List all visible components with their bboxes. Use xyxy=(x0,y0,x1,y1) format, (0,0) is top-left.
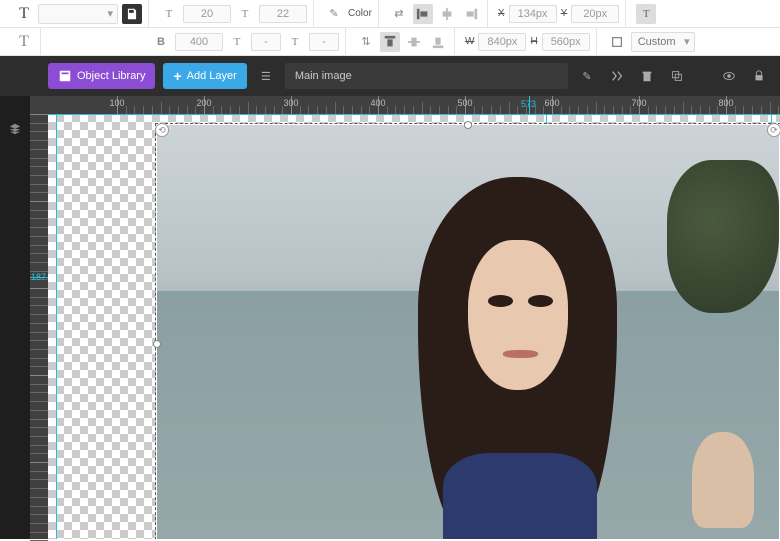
eyedropper-icon[interactable]: ✎ xyxy=(324,4,344,24)
crop-icon[interactable] xyxy=(607,32,627,52)
plus-icon: + xyxy=(173,68,181,84)
visibility-icon[interactable] xyxy=(718,65,740,87)
height-input[interactable] xyxy=(542,33,590,51)
photo-trees xyxy=(667,160,779,313)
text-box-icon[interactable]: T xyxy=(636,4,656,24)
width-input[interactable] xyxy=(478,33,526,51)
line-height-input[interactable] xyxy=(259,5,307,23)
line-height-icon: T xyxy=(235,4,255,24)
left-toolbar xyxy=(0,114,30,539)
ruler-vertical[interactable]: 187 xyxy=(30,114,48,539)
photo-person xyxy=(393,169,642,539)
align-middle-icon[interactable] xyxy=(404,32,424,52)
rotate-handle-tr[interactable]: ⟳ xyxy=(767,123,780,137)
w-label: W xyxy=(465,36,474,47)
edit-icon[interactable]: ✎ xyxy=(576,65,598,87)
layers-icon[interactable] xyxy=(4,118,26,140)
align-left-icon[interactable] xyxy=(413,4,433,24)
text-spacing-icon[interactable]: T xyxy=(285,32,305,52)
fx-icon[interactable] xyxy=(606,65,628,87)
x-input[interactable] xyxy=(509,5,557,23)
selected-object[interactable]: ⟲ ⟳ xyxy=(156,124,780,539)
align-center-h-icon[interactable] xyxy=(437,4,457,24)
hamburger-icon[interactable]: ☰ xyxy=(255,65,277,87)
toggle-arrows-icon[interactable]: ⇄ xyxy=(389,4,409,24)
align-right-icon[interactable] xyxy=(461,4,481,24)
letter-spacing-input[interactable] xyxy=(251,33,281,51)
resize-handle-top[interactable] xyxy=(464,121,472,129)
resize-handle-left[interactable] xyxy=(153,340,161,348)
letter-spacing-icon[interactable]: T xyxy=(227,32,247,52)
text-spacing-input[interactable] xyxy=(309,33,339,51)
font-size-input[interactable] xyxy=(183,5,231,23)
guide-horizontal-top[interactable] xyxy=(48,114,780,115)
layer-name-input[interactable] xyxy=(285,63,568,89)
align-bottom-icon[interactable] xyxy=(428,32,448,52)
ruler-horizontal[interactable]: 100200300400500600700800573 xyxy=(30,96,780,114)
x-label: X xyxy=(498,8,505,19)
font-weight-input[interactable] xyxy=(175,33,223,51)
toolbar-row-1: T T T ✎ Color ⇄ X Y T xyxy=(0,0,780,28)
add-layer-label: Add Layer xyxy=(187,70,237,82)
y-label: Y xyxy=(561,8,568,19)
rotate-handle-tl[interactable]: ⟲ xyxy=(155,123,169,137)
text-tool-icon[interactable]: T xyxy=(14,4,34,24)
object-library-label: Object Library xyxy=(77,70,145,82)
color-label: Color xyxy=(348,8,372,19)
text-tool-2-icon[interactable]: T xyxy=(14,32,34,52)
y-input[interactable] xyxy=(571,5,619,23)
h-label: H xyxy=(530,36,537,47)
lock-icon[interactable] xyxy=(748,65,770,87)
action-bar: Object Library + Add Layer ☰ ✎ xyxy=(0,56,780,96)
align-top-icon[interactable] xyxy=(380,32,400,52)
trash-icon[interactable] xyxy=(636,65,658,87)
main-image[interactable] xyxy=(157,125,779,539)
bold-icon[interactable]: B xyxy=(151,32,171,52)
save-icon[interactable] xyxy=(122,4,142,24)
toolbar-row-2: T B T T ⇅ W H Custom xyxy=(0,28,780,56)
object-library-button[interactable]: Object Library xyxy=(48,63,155,89)
guide-vertical-left[interactable] xyxy=(56,114,57,539)
workspace: 187 ⟲ ⟳ xyxy=(0,114,780,539)
photo-child xyxy=(692,432,754,528)
duplicate-icon[interactable] xyxy=(666,65,688,87)
size-preset-dropdown[interactable]: Custom xyxy=(631,32,695,52)
font-family-dropdown[interactable] xyxy=(38,4,118,24)
canvas[interactable]: ⟲ ⟳ xyxy=(48,114,780,539)
font-size-icon: T xyxy=(159,4,179,24)
add-layer-button[interactable]: + Add Layer xyxy=(163,63,246,89)
toggle-arrows-v-icon[interactable]: ⇅ xyxy=(356,32,376,52)
